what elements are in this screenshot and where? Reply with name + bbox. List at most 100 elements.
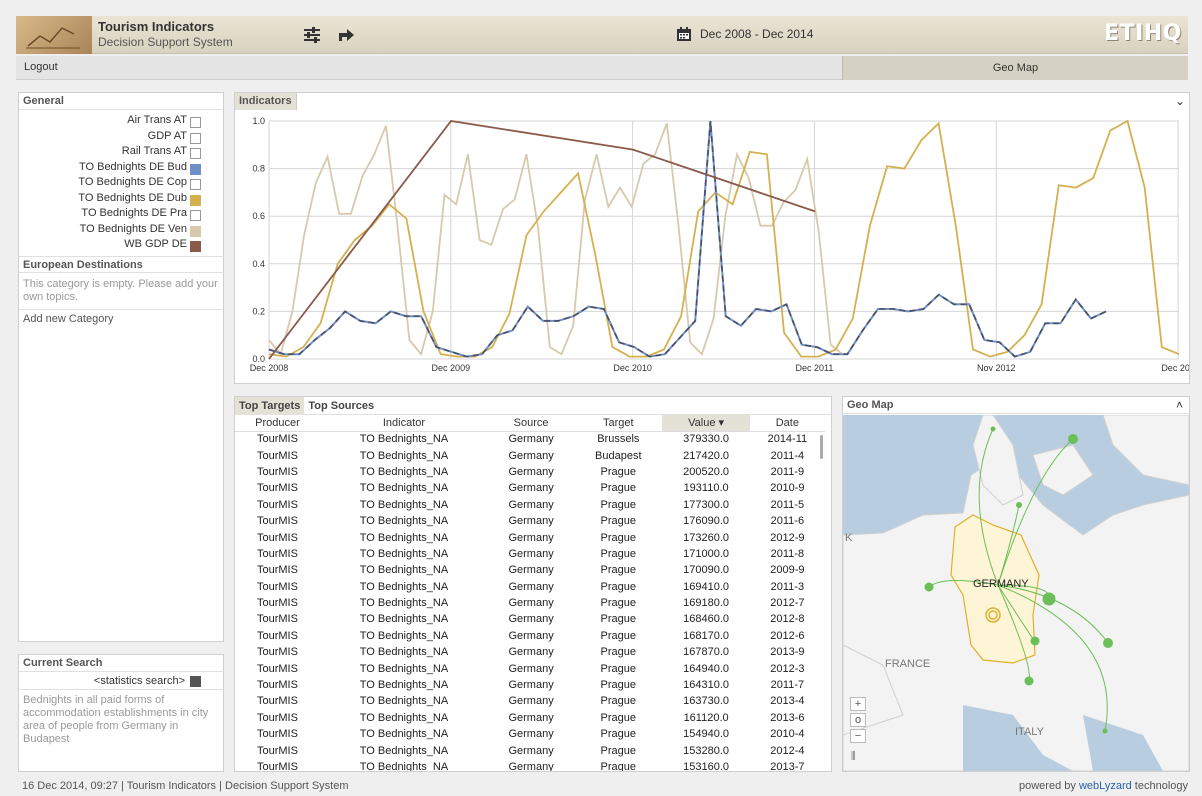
table-row[interactable]: TourMIS TO Bednights_NA Germany Prague 16373… xyxy=(235,693,825,709)
legend-checkbox[interactable] xyxy=(190,132,201,144)
column-header[interactable]: Date xyxy=(749,415,825,432)
table-row[interactable]: TourMIS TO Bednights_NA Germany Prague 16787… xyxy=(235,644,825,660)
table-row[interactable]: TourMIS TO Bednights_NA Germany Prague 16846… xyxy=(235,611,825,627)
table-cell: Germany xyxy=(508,597,554,610)
column-header[interactable]: Target xyxy=(574,415,663,432)
table-cell: TO Bednights_NA xyxy=(359,547,449,560)
table-cell: 2012-6 xyxy=(770,629,805,642)
zoom-reset-button[interactable]: o xyxy=(850,713,866,727)
column-header[interactable]: Value ▾ xyxy=(662,415,750,432)
table-cell: 200520.0 xyxy=(683,465,730,478)
table-row[interactable]: TourMIS TO Bednights_NA Germany Prague 16112… xyxy=(235,710,825,726)
legend-checkbox[interactable] xyxy=(190,117,201,128)
table-row[interactable]: TourMIS TO Bednights_NA Germany Prague 15328… xyxy=(235,742,825,758)
table-cell: Germany xyxy=(508,498,554,511)
series-line xyxy=(268,119,1180,358)
geo-map-panel: Geo Map ˄ GERMANY FRANCE ITALY K + o − ⫼ xyxy=(842,396,1190,772)
table-row[interactable]: TourMIS TO Bednights_NA Germany Prague 17009… xyxy=(235,562,825,578)
legend-item[interactable]: TO Bednights DE Pra xyxy=(19,207,223,223)
legend-checkbox[interactable] xyxy=(190,179,201,190)
table-cell: TO Bednights_NA xyxy=(359,761,449,772)
table-cell: Germany xyxy=(508,547,554,560)
geo-map-title: Geo Map xyxy=(843,397,1189,414)
table-row[interactable]: TourMIS TO Bednights_NA Germany Prague 19311… xyxy=(235,480,825,496)
weblyzard-link[interactable]: webLyzard xyxy=(1079,780,1132,792)
indicators-tab[interactable]: Indicators xyxy=(235,93,297,110)
legend-checkbox[interactable] xyxy=(190,163,201,175)
legend-checkbox[interactable] xyxy=(190,210,201,221)
column-header[interactable]: Indicator xyxy=(319,415,489,432)
table-row[interactable]: TourMIS TO Bednights_NA Germany Prague 16817… xyxy=(235,628,825,644)
zoom-out-button[interactable]: − xyxy=(850,729,866,743)
date-range-picker[interactable]: Dec 2008 - Dec 2014 xyxy=(676,26,813,42)
search-description: Bednights in all paid forms of accommoda… xyxy=(23,694,209,745)
map-filter-icon[interactable]: ⫼ xyxy=(851,751,856,762)
zoom-in-button[interactable]: + xyxy=(850,697,866,711)
add-category-link[interactable]: Add new Category xyxy=(19,310,223,328)
table-cell: TO Bednights_NA xyxy=(359,728,449,741)
search-query-row[interactable]: <statistics search> xyxy=(19,672,223,690)
table-row[interactable]: TourMIS TO Bednights_NA Germany Brussels 379… xyxy=(235,431,825,447)
logout-link[interactable]: Logout xyxy=(24,61,58,73)
table-row[interactable]: TourMIS TO Bednights_NA Germany Prague 16941… xyxy=(235,579,825,595)
table-cell: TO Bednights_NA xyxy=(359,580,449,593)
table-row[interactable]: TourMIS TO Bednights_NA Germany Prague 17100… xyxy=(235,546,825,562)
table-cell: Prague xyxy=(600,646,637,659)
table-cell: Germany xyxy=(508,449,554,462)
table-cell: 2014-11 xyxy=(767,433,808,446)
table-cell: TO Bednights_NA xyxy=(359,629,449,642)
geo-map-tab[interactable]: Geo Map xyxy=(842,56,1188,80)
table-row[interactable]: TourMIS TO Bednights_NA Germany Prague 15316… xyxy=(235,759,825,772)
table-cell: Prague xyxy=(600,597,637,610)
legend-checkbox[interactable] xyxy=(190,241,201,252)
collapse-chevron-icon[interactable]: ⌄ xyxy=(1175,94,1185,108)
share-icon[interactable] xyxy=(336,25,356,45)
table-cell: TourMIS xyxy=(256,482,298,495)
legend-item[interactable]: Air Trans AT xyxy=(19,114,223,130)
legend-item[interactable]: TO Bednights DE Dub xyxy=(19,192,223,208)
table-cell: Prague xyxy=(600,629,637,642)
table-cell: TourMIS xyxy=(256,629,298,642)
table-row[interactable]: TourMIS TO Bednights_NA Germany Prague 17326… xyxy=(235,529,825,545)
table-scrollbar[interactable] xyxy=(820,435,823,459)
table-row[interactable]: TourMIS TO Bednights_NA Germany Prague 17730… xyxy=(235,497,825,513)
table-cell: TourMIS xyxy=(256,564,298,577)
table-header-row: Producer Indicator Source Target Value ▾ Date xyxy=(235,415,825,432)
search-color-box[interactable] xyxy=(190,676,201,687)
sliders-icon[interactable] xyxy=(302,25,322,45)
table-cell: 2011-8 xyxy=(770,547,805,560)
legend-item[interactable]: TO Bednights DE Ven xyxy=(19,223,223,239)
geo-map[interactable]: GERMANY FRANCE ITALY K xyxy=(843,415,1189,771)
table-cell: 2013-7 xyxy=(770,761,805,772)
legend-checkbox[interactable] xyxy=(190,194,201,206)
table-cell: Prague xyxy=(600,613,637,626)
table-cell: Prague xyxy=(600,482,637,495)
table-row[interactable]: TourMIS TO Bednights_NA Germany Prague 15494… xyxy=(235,726,825,742)
legend-item[interactable]: WB GDP DE xyxy=(19,238,223,254)
legend-item[interactable]: TO Bednights DE Cop xyxy=(19,176,223,192)
table-body: TourMIS TO Bednights_NA Germany Brussels 379… xyxy=(235,431,825,772)
table-row[interactable]: TourMIS TO Bednights_NA Germany Prague 16918… xyxy=(235,595,825,611)
table-row[interactable]: TourMIS TO Bednights_NA Germany Prague 17609… xyxy=(235,513,825,529)
france-label: FRANCE xyxy=(885,658,930,670)
table-row[interactable]: TourMIS TO Bednights_NA Germany Prague 20052… xyxy=(235,464,825,480)
column-header[interactable]: Producer xyxy=(235,415,320,432)
legend-item[interactable]: Rail Trans AT xyxy=(19,145,223,161)
tab-top-sources[interactable]: Top Sources xyxy=(304,397,378,415)
table-cell: 164310.0 xyxy=(683,679,730,692)
table-row[interactable]: TourMIS TO Bednights_NA Germany Prague 16431… xyxy=(235,677,825,693)
legend-item[interactable]: TO Bednights DE Bud xyxy=(19,161,223,177)
table-row[interactable]: TourMIS TO Bednights_NA Germany Budapest 217… xyxy=(235,447,825,463)
collapse-chevron-up-icon[interactable]: ˄ xyxy=(1176,398,1183,412)
column-header[interactable]: Source xyxy=(488,415,575,432)
table-cell: TO Bednights_NA xyxy=(359,711,449,724)
legend-checkbox[interactable] xyxy=(190,225,201,237)
tab-top-targets[interactable]: Top Targets xyxy=(235,397,305,415)
legend-item[interactable]: GDP AT xyxy=(19,130,223,146)
table-cell: Germany xyxy=(508,761,554,772)
table-cell: Prague xyxy=(600,744,637,757)
legend-checkbox[interactable] xyxy=(190,148,201,159)
table-row[interactable]: TourMIS TO Bednights_NA Germany Prague 16494… xyxy=(235,660,825,676)
table-cell: Germany xyxy=(508,613,554,626)
table-cell: Germany xyxy=(508,515,554,528)
